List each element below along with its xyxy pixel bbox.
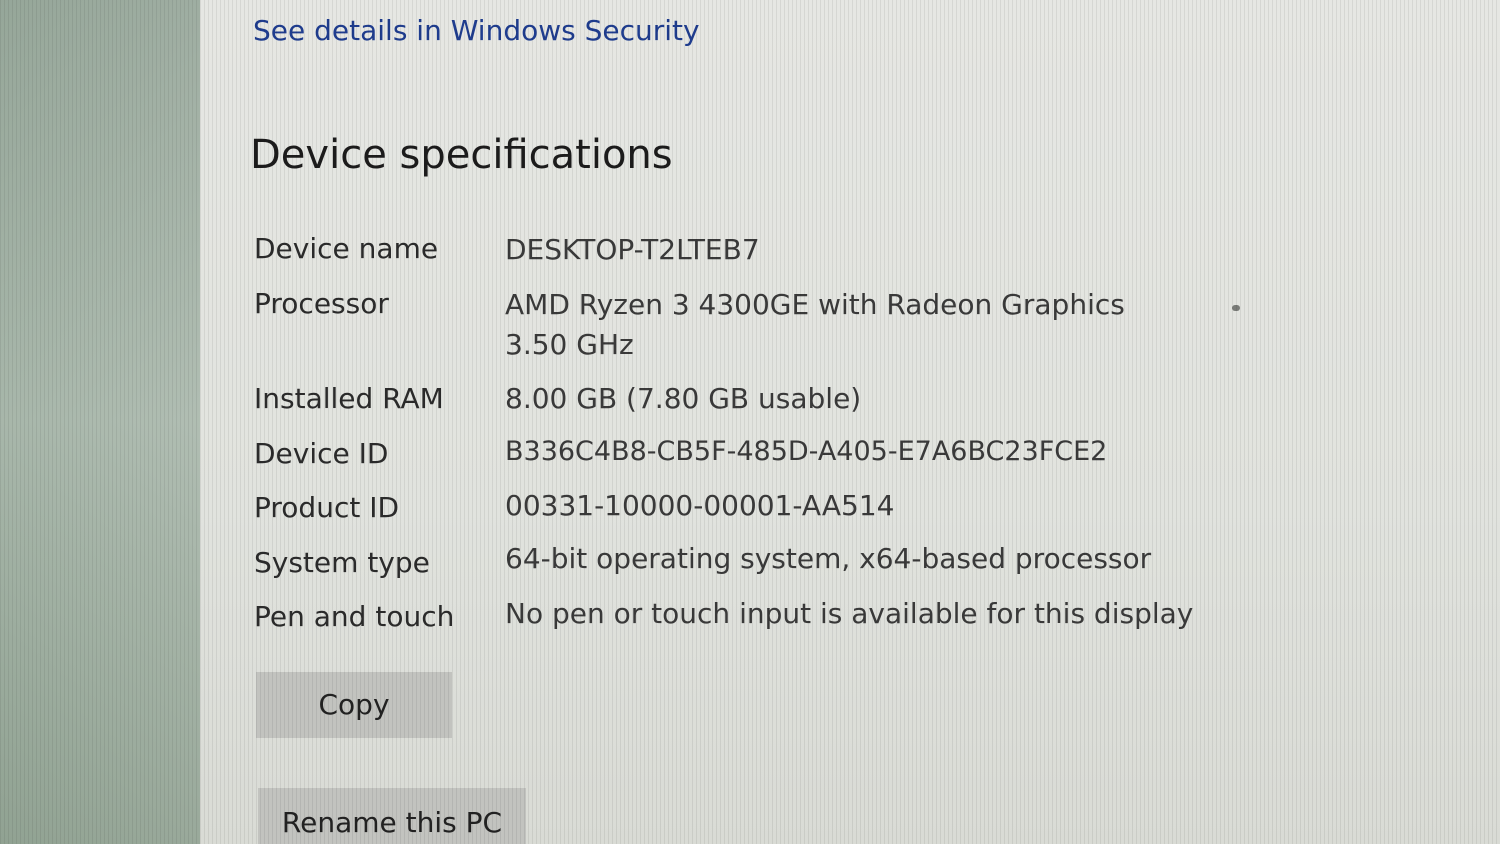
- installed-ram-label: Installed RAM: [254, 382, 444, 415]
- product-id-label: Product ID: [254, 491, 400, 524]
- copy-button[interactable]: Copy: [256, 672, 452, 738]
- processor-value: AMD Ryzen 3 4300GE with Radeon Graphics …: [505, 288, 1125, 361]
- device-name-value: DESKTOP-T2LTEB7: [505, 233, 760, 266]
- product-id-value: 00331-10000-00001-AA514: [505, 489, 895, 522]
- device-specifications-heading: Device specifications: [250, 132, 673, 178]
- device-name-label: Device name: [254, 232, 439, 265]
- pen-and-touch-label: Pen and touch: [254, 600, 455, 633]
- system-type-label: System type: [254, 546, 430, 579]
- processor-label: Processor: [254, 287, 389, 320]
- windows-security-link[interactable]: See details in Windows Security: [253, 14, 700, 47]
- system-type-value: 64-bit operating system, x64-based proce…: [505, 542, 1152, 575]
- device-id-value: B336C4B8-CB5F-485D-A405-E7A6BC23FCE2: [505, 436, 1108, 467]
- installed-ram-value: 8.00 GB (7.80 GB usable): [505, 382, 862, 415]
- screen-artifact-dot: [1232, 305, 1240, 311]
- settings-about-screen: See details in Windows Security Device s…: [0, 0, 1500, 844]
- device-id-label: Device ID: [254, 437, 389, 470]
- rename-this-pc-button[interactable]: Rename this PC: [258, 788, 526, 844]
- pen-and-touch-value: No pen or touch input is available for t…: [505, 597, 1194, 630]
- settings-navigation-pane: [0, 0, 200, 844]
